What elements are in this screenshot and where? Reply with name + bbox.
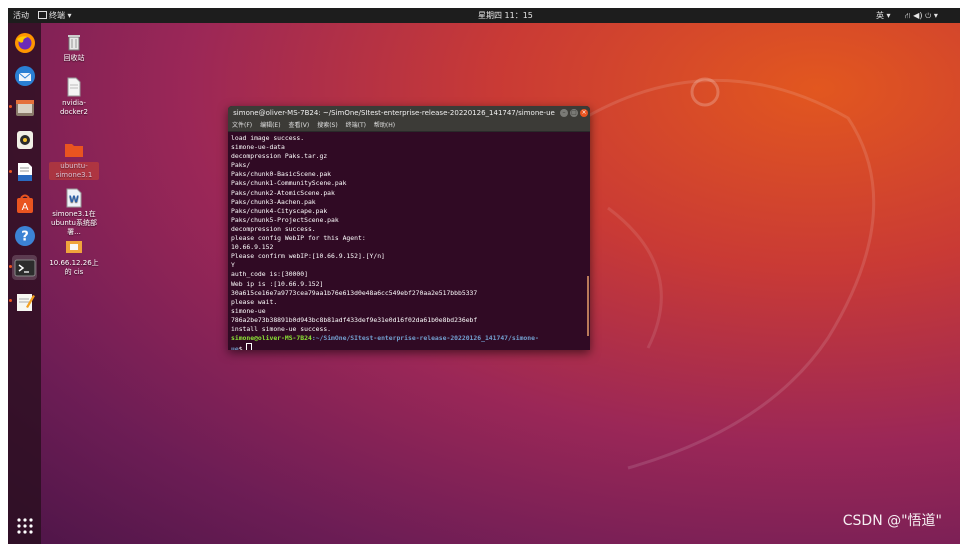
menu-view[interactable]: 查看(V) [288,122,309,129]
watermark: CSDN @"悟道" [842,513,942,529]
prompt-path: :~/SimOne/SItest-enterprise-release-2022… [311,334,539,343]
menu-terminal[interactable]: 终端(T) [346,122,366,129]
minimize-button[interactable]: – [560,109,568,117]
terminal-line: auth_code is:[30000] [231,270,308,279]
terminal-title: simone@oliver-MS-7B24: ~/SimOne/SItest-e… [233,109,555,117]
terminal-line: load image success. [231,134,305,142]
prompt-symbol: $ [238,345,247,350]
terminal-window[interactable]: simone@oliver-MS-7B24: ~/SimOne/SItest-e… [228,106,590,350]
terminal-line: Paks/chunk1-CommunityScene.pak [231,179,347,188]
terminal-line: install simone-ue success. [231,324,332,333]
terminal-line: simone-ue [231,306,266,315]
terminal-titlebar[interactable]: simone@oliver-MS-7B24: ~/SimOne/SItest-e… [228,106,590,120]
terminal-line: decompression Paks.tar.gz [231,152,328,161]
terminal-output[interactable]: load image success. simone-ue-data decompr… [228,132,590,350]
terminal-line: please config WebIP for this Agent: [231,234,366,243]
terminal-line: Paks/chunk2-AtomicScene.pak [231,188,335,197]
text-cursor [246,343,253,350]
terminal-line: please wait. [231,297,278,306]
terminal-scrollbar[interactable] [587,276,589,336]
terminal-line: Paks/chunk3-Aachen.pak [231,197,316,206]
prompt-user: simone@oliver-MS-7B24 [231,334,312,343]
terminal-line: 30a615ce16e7a9773cea79aa1b76e613d0e48a6c… [231,288,478,297]
maximize-button[interactable]: □ [570,109,578,117]
terminal-line: decompression success. [231,224,316,233]
terminal-line: Paks/ [231,161,251,170]
desktop-screen: 活动 终端 ▾ 星期四 11：15 英 ▾ ⛙ ◀) ⏻ ▾ A ? 回收站 n… [8,8,960,544]
menu-edit[interactable]: 编辑(E) [260,122,280,129]
prompt-path-end: ue [231,345,239,350]
menu-search[interactable]: 搜索(S) [317,122,338,129]
terminal-line: Paks/chunk5-ProjectScene.pak [231,215,339,224]
terminal-line: Paks/chunk4-Cityscape.pak [231,206,328,215]
terminal-prompt-continued: ue$ [231,343,587,350]
terminal-line: Web ip is :[10.66.9.152] [231,279,324,288]
terminal-line: simone-ue-data [231,143,285,152]
terminal-line: Y [231,261,235,270]
close-button[interactable]: × [580,109,588,117]
terminal-prompt: simone@oliver-MS-7B24:~/SimOne/SItest-en… [231,334,587,343]
terminal-line: Please confirm webIP:[10.66.9.152].[Y/n] [231,252,385,261]
terminal-line: 786a2be73b38891b0d943bc8b81adf433def9e31… [231,315,478,324]
menu-file[interactable]: 文件(F) [232,122,252,129]
menu-help[interactable]: 帮助(H) [374,122,395,129]
terminal-line: 10.66.9.152 [231,243,274,252]
terminal-line: Paks/chunk0-BasicScene.pak [231,170,332,179]
terminal-menubar: 文件(F) 编辑(E) 查看(V) 搜索(S) 终端(T) 帮助(H) [228,120,590,132]
